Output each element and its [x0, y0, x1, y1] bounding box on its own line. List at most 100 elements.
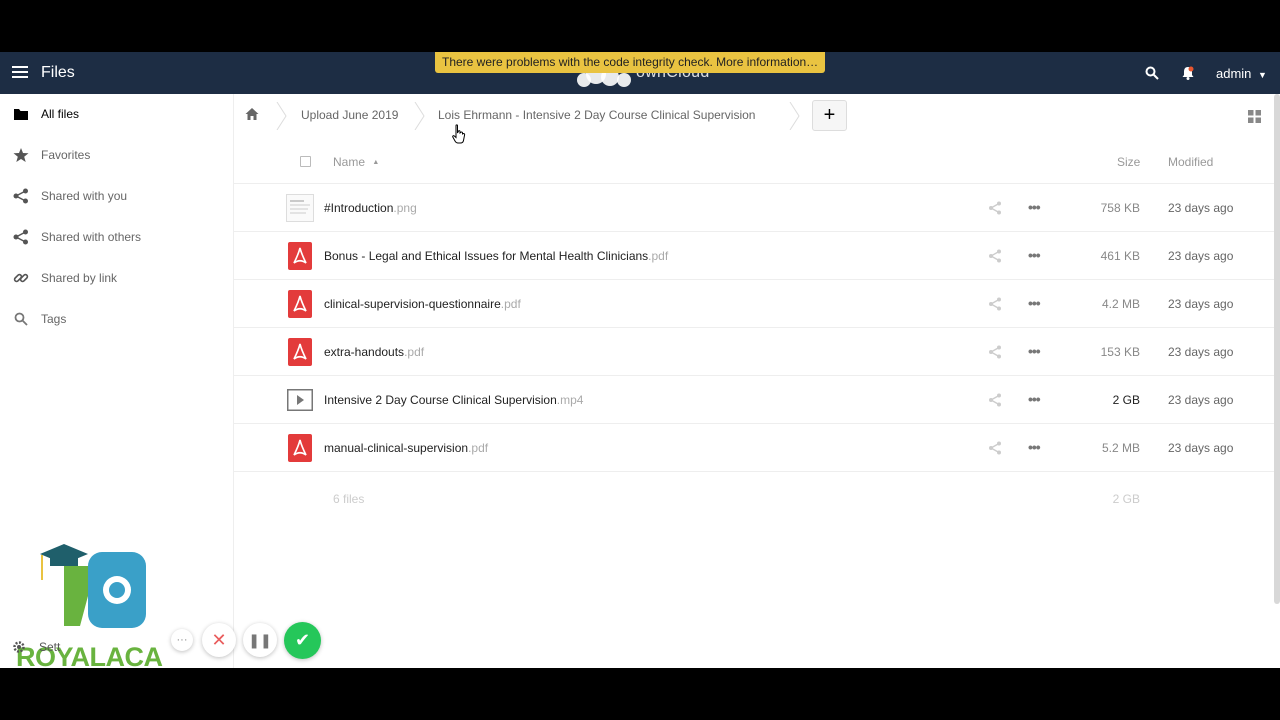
share-icon[interactable] [988, 393, 1002, 407]
folder-icon [14, 109, 28, 120]
file-name[interactable]: extra-handouts.pdf [324, 345, 424, 359]
file-table-header: Name ▲ Size Modified [234, 138, 1280, 184]
close-icon: ✕ [211, 629, 227, 650]
breadcrumb-item[interactable]: Upload June 2019 [301, 108, 398, 122]
file-modified: 23 days ago [1168, 441, 1234, 455]
file-name[interactable]: Bonus - Legal and Ethical Issues for Men… [324, 249, 668, 263]
check-icon: ✔ [294, 630, 311, 650]
scrollbar[interactable] [1274, 94, 1280, 604]
table-row[interactable]: manual-clinical-supervision.pdf ••• 5.2 … [234, 424, 1280, 472]
more-actions-icon[interactable]: ••• [1028, 343, 1041, 359]
sidebar-item-label: Shared with others [41, 230, 142, 244]
sidebar-item-label: Favorites [41, 148, 91, 162]
column-header-label: Name [333, 155, 366, 169]
share-icon [13, 188, 28, 204]
share-icon[interactable] [988, 345, 1002, 359]
confirm-button[interactable]: ✔ [284, 622, 321, 659]
share-icon [13, 229, 28, 245]
file-size: 4.2 MB [1101, 297, 1140, 311]
file-summary: 6 files 2 GB [234, 470, 1280, 530]
sidebar-item-label: Shared with you [41, 189, 128, 203]
share-icon[interactable] [988, 297, 1002, 311]
user-menu[interactable]: admin ▼ [1216, 66, 1267, 81]
column-header-modified[interactable]: Modified [1168, 155, 1213, 169]
file-size: 153 KB [1100, 345, 1140, 359]
breadcrumb-separator-icon [414, 102, 425, 130]
top-header: Files ownCloud There were problems with … [0, 52, 1280, 94]
image-thumbnail-icon [286, 194, 314, 222]
file-extension: .pdf [404, 345, 425, 359]
breadcrumb: Upload June 2019 Lois Ehrmann - Intensiv… [234, 94, 1280, 138]
file-extension: .pdf [500, 297, 521, 311]
star-icon [13, 148, 29, 162]
file-name[interactable]: #Introduction.png [324, 201, 417, 215]
file-name[interactable]: clinical-supervision-questionnaire.pdf [324, 297, 521, 311]
sidebar-item-shared-with-others[interactable]: Shared with others [0, 217, 234, 257]
more-actions-icon[interactable]: ••• [1028, 199, 1041, 215]
pdf-icon [286, 434, 314, 462]
breadcrumb-item[interactable]: Lois Ehrmann - Intensive 2 Day Course Cl… [438, 108, 755, 122]
more-actions-icon[interactable]: ••• [1028, 391, 1041, 407]
more-options-button[interactable]: ··· [171, 629, 193, 651]
search-icon [14, 312, 28, 326]
more-actions-icon[interactable]: ••• [1028, 247, 1041, 263]
link-icon [13, 273, 29, 283]
app-window: Files ownCloud There were problems with … [0, 52, 1280, 668]
file-name[interactable]: manual-clinical-supervision.pdf [324, 441, 488, 455]
file-modified: 23 days ago [1168, 297, 1234, 311]
table-row[interactable]: extra-handouts.pdf ••• 153 KB 23 days ag… [234, 328, 1280, 376]
sidebar-item-all-files[interactable]: All files [0, 94, 234, 134]
pdf-icon [286, 290, 314, 318]
table-row[interactable]: #Introduction.png ••• 758 KB 23 days ago [234, 184, 1280, 232]
table-row[interactable]: Intensive 2 Day Course Clinical Supervis… [234, 376, 1280, 424]
file-modified: 23 days ago [1168, 201, 1234, 215]
video-icon [286, 386, 314, 414]
more-actions-icon[interactable]: ••• [1028, 439, 1041, 455]
column-header-name[interactable]: Name ▲ [333, 155, 379, 169]
sidebar-item-label: Shared by link [41, 271, 118, 285]
file-name[interactable]: Intensive 2 Day Course Clinical Supervis… [324, 393, 583, 407]
breadcrumb-separator-icon [276, 102, 287, 130]
new-button[interactable]: + [812, 100, 847, 131]
bell-icon[interactable] [1182, 66, 1194, 80]
pause-icon: ❚❚ [248, 631, 272, 648]
more-actions-icon[interactable]: ••• [1028, 295, 1041, 311]
integrity-warning-banner[interactable]: There were problems with the code integr… [435, 52, 826, 73]
file-extension: .mp4 [556, 393, 584, 407]
share-icon[interactable] [988, 249, 1002, 263]
sidebar-item-label: All files [41, 107, 80, 121]
home-icon[interactable] [245, 107, 259, 121]
sidebar-item-label: Tags [41, 312, 67, 326]
grid-view-icon[interactable] [1248, 110, 1261, 123]
file-basename: Bonus - Legal and Ethical Issues for Men… [324, 249, 649, 263]
file-modified: 23 days ago [1168, 249, 1234, 263]
column-header-size[interactable]: Size [1117, 155, 1140, 169]
app-name[interactable]: Files [41, 64, 75, 82]
table-row[interactable]: Bonus - Legal and Ethical Issues for Men… [234, 232, 1280, 280]
sidebar-item-favorites[interactable]: Favorites [0, 135, 234, 175]
file-basename: #Introduction [324, 201, 394, 215]
settings-button[interactable]: Sett [12, 640, 60, 654]
file-count: 6 files [333, 492, 365, 506]
table-row[interactable]: clinical-supervision-questionnaire.pdf •… [234, 280, 1280, 328]
sidebar-item-shared-by-link[interactable]: Shared by link [0, 258, 234, 298]
pdf-icon [286, 242, 314, 270]
search-icon[interactable] [1145, 66, 1159, 80]
pause-button[interactable]: ❚❚ [243, 623, 277, 657]
share-icon[interactable] [988, 441, 1002, 455]
select-all-checkbox[interactable] [300, 156, 311, 167]
gear-icon [13, 641, 25, 653]
menu-icon[interactable] [12, 66, 28, 80]
file-basename: Intensive 2 Day Course Clinical Supervis… [324, 393, 557, 407]
sidebar: All files Favorites Shared with you Shar… [0, 94, 234, 668]
sidebar-item-shared-with-you[interactable]: Shared with you [0, 176, 234, 216]
chevron-down-icon: ▼ [1258, 70, 1267, 80]
sidebar-item-tags[interactable]: Tags [0, 299, 234, 339]
file-extension: .pdf [648, 249, 669, 263]
share-icon[interactable] [988, 201, 1002, 215]
cancel-button[interactable]: ✕ [202, 623, 236, 657]
user-name: admin [1216, 66, 1252, 81]
hand-cursor-icon [452, 124, 466, 144]
sort-asc-icon: ▲ [372, 159, 380, 166]
file-size: 461 KB [1100, 249, 1140, 263]
